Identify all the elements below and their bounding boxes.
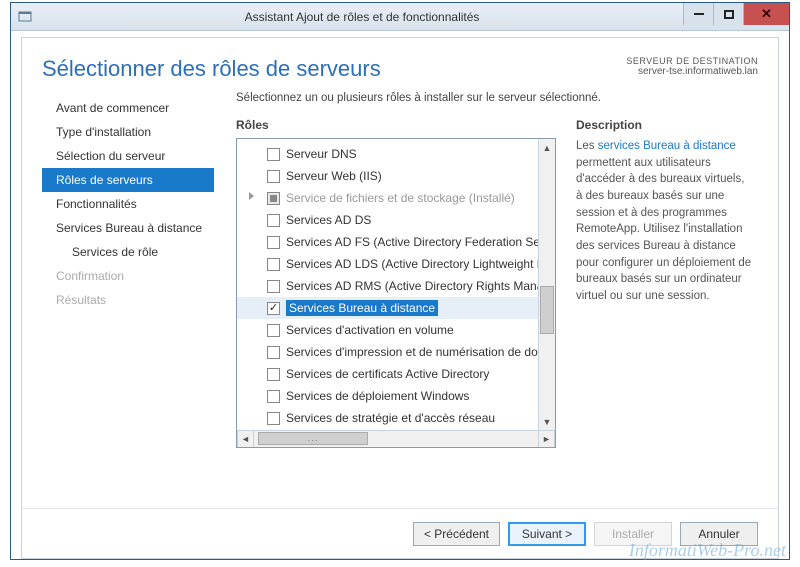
role-checkbox[interactable] (267, 412, 280, 425)
roles-listbox[interactable]: Serveur DNS Serveur Web (IIS) Service de f… (236, 138, 556, 448)
install-button: Installer (594, 522, 672, 546)
role-checkbox[interactable] (267, 258, 280, 271)
role-label: Serveur DNS (286, 147, 357, 161)
role-checkbox[interactable] (267, 280, 280, 293)
role-checkbox[interactable] (267, 346, 280, 359)
roles-list-inner: Serveur DNS Serveur Web (IIS) Service de f… (237, 139, 555, 430)
scroll-thumb[interactable] (540, 286, 554, 334)
role-item[interactable]: Services AD RMS (Active Directory Rights… (237, 275, 555, 297)
roles-column: Rôles Serveur DNS Serveur Web (IIS) Servic… (236, 118, 556, 502)
role-label: Services AD RMS (Active Directory Rights… (286, 279, 555, 293)
main-row: Rôles Serveur DNS Serveur Web (IIS) Servic… (236, 118, 752, 502)
role-label: Services de certificats Active Directory (286, 367, 489, 381)
window-buttons: ✕ (683, 3, 789, 30)
titlebar[interactable]: Assistant Ajout de rôles et de fonctionn… (11, 3, 789, 31)
scroll-track[interactable] (539, 156, 555, 413)
scroll-left-icon[interactable]: ◄ (237, 431, 254, 447)
description-text: Les services Bureau à distance permetten… (576, 138, 752, 305)
role-label: Service de fichiers et de stockage (Inst… (286, 191, 515, 205)
role-checkbox[interactable] (267, 236, 280, 249)
maximize-button[interactable] (713, 3, 743, 25)
role-label: Serveur Web (IIS) (286, 169, 382, 183)
desc-rest: permettent aux utilisateurs d'accéder à … (576, 157, 751, 302)
role-label: Services de stratégie et d'accès réseau (286, 411, 495, 425)
cancel-button[interactable]: Annuler (680, 522, 758, 546)
role-item[interactable]: Services d'activation en volume (237, 319, 555, 341)
role-checkbox[interactable] (267, 192, 280, 205)
nav-results: Résultats (42, 288, 214, 312)
main-pane: Sélectionnez un ou plusieurs rôles à ins… (214, 92, 758, 502)
page-title: Sélectionner des rôles de serveurs (42, 56, 381, 82)
role-checkbox[interactable] (267, 214, 280, 227)
scroll-right-icon[interactable]: ► (538, 431, 555, 447)
role-item[interactable]: Serveur DNS (237, 143, 555, 165)
nav-features[interactable]: Fonctionnalités (42, 192, 214, 216)
destination-server: server-tse.informatiweb.lan (626, 66, 758, 77)
role-item[interactable]: Services WSUS (Windows Server Update Ser… (237, 429, 555, 430)
role-item[interactable]: Services de certificats Active Directory (237, 363, 555, 385)
role-label: Services de déploiement Windows (286, 389, 469, 403)
role-label: Services AD FS (Active Directory Federat… (286, 235, 555, 249)
horizontal-scrollbar[interactable]: ◄ ․․․ ► (237, 430, 555, 447)
nav-server-roles[interactable]: Rôles de serveurs (42, 168, 214, 192)
expand-icon[interactable] (249, 192, 254, 200)
role-item[interactable]: Services de déploiement Windows (237, 385, 555, 407)
desc-prefix: Les (576, 140, 598, 152)
instruction-text: Sélectionnez un ou plusieurs rôles à ins… (236, 92, 752, 104)
hscroll-thumb[interactable]: ․․․ (258, 432, 368, 445)
role-item[interactable]: Services Bureau à distance (237, 297, 555, 319)
role-item[interactable]: Services de stratégie et d'accès réseau (237, 407, 555, 429)
app-icon (17, 9, 33, 25)
role-label: Services AD DS (286, 213, 371, 227)
wizard-footer: < Précédent Suivant > Installer Annuler (22, 508, 778, 558)
description-column: Description Les services Bureau à distan… (576, 118, 752, 502)
role-item[interactable]: Services d'impression et de numérisation… (237, 341, 555, 363)
role-checkbox[interactable] (267, 390, 280, 403)
role-checkbox[interactable] (267, 368, 280, 381)
hscroll-track[interactable]: ․․․ (254, 431, 538, 447)
nav-rds[interactable]: Services Bureau à distance (42, 216, 214, 240)
vertical-scrollbar[interactable]: ▲ ▼ (538, 139, 555, 430)
role-checkbox[interactable] (267, 324, 280, 337)
role-item[interactable]: Service de fichiers et de stockage (Inst… (237, 187, 555, 209)
destination-block: SERVEUR DE DESTINATION server-tse.inform… (626, 56, 758, 77)
nav-sidebar: Avant de commencer Type d'installation S… (42, 92, 214, 502)
scroll-up-icon[interactable]: ▲ (539, 139, 555, 156)
minimize-button[interactable] (683, 3, 713, 25)
roles-label: Rôles (236, 118, 556, 132)
content-frame: Sélectionner des rôles de serveurs SERVE… (11, 31, 789, 559)
nav-confirmation: Confirmation (42, 264, 214, 288)
role-checkbox[interactable] (267, 302, 280, 315)
role-item[interactable]: Services AD DS (237, 209, 555, 231)
role-label: Services Bureau à distance (286, 300, 438, 316)
window-title: Assistant Ajout de rôles et de fonctionn… (41, 10, 683, 24)
role-item[interactable]: Services AD LDS (Active Directory Lightw… (237, 253, 555, 275)
nav-server-selection[interactable]: Sélection du serveur (42, 144, 214, 168)
next-button[interactable]: Suivant > (508, 522, 586, 546)
body: Avant de commencer Type d'installation S… (42, 92, 758, 502)
role-label: Services d'activation en volume (286, 323, 454, 337)
wizard-window: Assistant Ajout de rôles et de fonctionn… (10, 2, 790, 560)
role-label: Services d'impression et de numérisation… (286, 345, 555, 359)
role-item[interactable]: Services AD FS (Active Directory Federat… (237, 231, 555, 253)
description-label: Description (576, 118, 752, 132)
role-checkbox[interactable] (267, 170, 280, 183)
destination-label: SERVEUR DE DESTINATION (626, 56, 758, 66)
nav-role-services[interactable]: Services de rôle (42, 240, 214, 264)
page-header: Sélectionner des rôles de serveurs SERVE… (42, 56, 758, 82)
nav-installation-type[interactable]: Type d'installation (42, 120, 214, 144)
previous-button[interactable]: < Précédent (413, 522, 500, 546)
scroll-down-icon[interactable]: ▼ (539, 413, 555, 430)
desc-link[interactable]: services Bureau à distance (598, 140, 736, 152)
nav-before-you-begin[interactable]: Avant de commencer (42, 96, 214, 120)
close-button[interactable]: ✕ (743, 3, 789, 25)
role-item[interactable]: Serveur Web (IIS) (237, 165, 555, 187)
role-checkbox[interactable] (267, 148, 280, 161)
role-label: Services AD LDS (Active Directory Lightw… (286, 257, 555, 271)
